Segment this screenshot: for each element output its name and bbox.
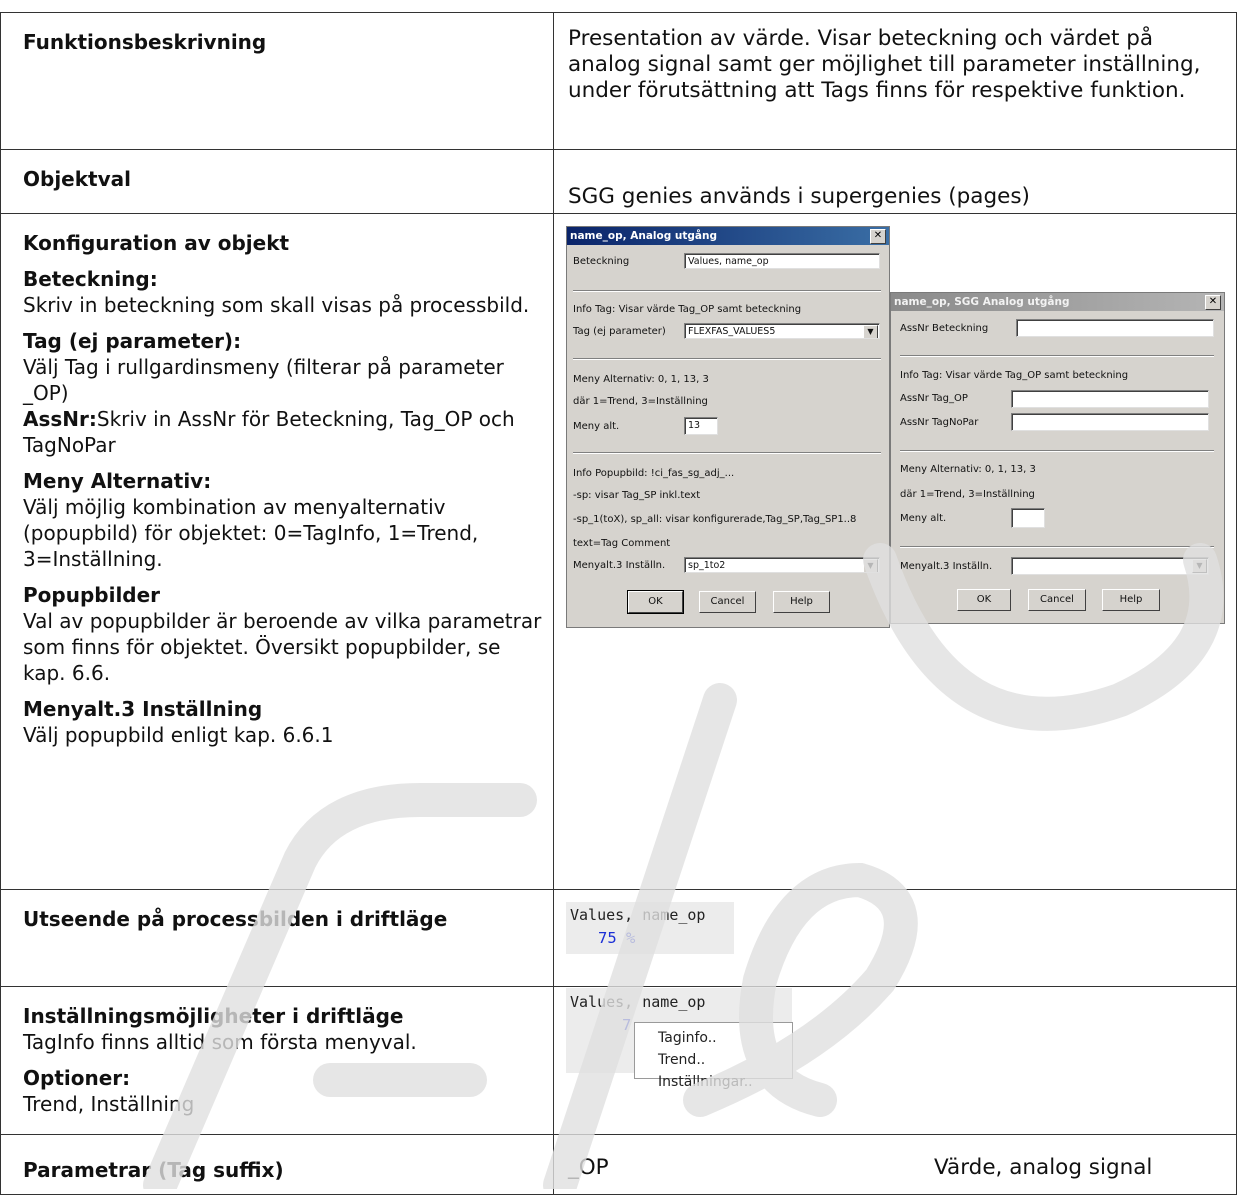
beteckning-label: Beteckning: [573, 256, 630, 267]
help-button[interactable]: Help: [773, 591, 830, 613]
meny-alt-label: Meny alt.: [573, 421, 620, 432]
beteckning-input[interactable]: Values, name_op: [684, 253, 880, 269]
info-tag-text: Info Tag: Visar värde Tag_OP samt beteck…: [900, 370, 1129, 381]
section-popupbilder: Popupbilder Val av popupbilder är beroen…: [23, 582, 543, 686]
assnr-tag-op-input[interactable]: [1011, 390, 1209, 408]
help-button[interactable]: Help: [1102, 589, 1160, 611]
section-text: Skriv in beteckning som skall visas på p…: [23, 293, 530, 317]
divider: [573, 358, 881, 360]
heading-funktionsbeskrivning: Funktionsbeskrivning: [23, 30, 267, 54]
menyalt3-select[interactable]: sp_1to2 ▼: [684, 557, 880, 573]
tag-select-value: FLEXFAS_VALUES5: [688, 326, 776, 337]
ok-button[interactable]: OK: [957, 589, 1011, 611]
optioner-text: Trend, Inställning: [23, 1092, 195, 1116]
close-icon[interactable]: ✕: [1205, 295, 1221, 310]
dialog-titlebar: name_op, SGG Analog utgång ✕: [891, 293, 1224, 311]
section-menyalt3: Menyalt.3 Inställning Välj popupbild enl…: [23, 696, 543, 748]
objektval-text: SGG genies används i supergenies (pages): [568, 184, 1030, 209]
assnr-beteckning-label: AssNr Beteckning: [900, 323, 989, 334]
meny-alt-input[interactable]: [1011, 508, 1045, 528]
preview-value: 75 %: [598, 929, 636, 947]
chevron-down-icon[interactable]: ▼: [1192, 559, 1207, 573]
assnr-tagnopar-input[interactable]: [1011, 413, 1209, 431]
menyalt3-select[interactable]: ▼: [1011, 557, 1209, 575]
assnr-tag-op-label: AssNr Tag_OP: [900, 393, 968, 404]
section-text: Val av popupbilder är beroende av vilka …: [23, 609, 542, 685]
assnr-desc: Skriv in AssNr för Beteckning, Tag_OP oc…: [23, 407, 515, 457]
row-funktionsbeskrivning: Funktionsbeskrivning Presentation av vär…: [0, 12, 1237, 150]
dar-text: där 1=Trend, 3=Inställning: [900, 489, 1035, 500]
close-icon[interactable]: ✕: [870, 229, 886, 244]
ok-button[interactable]: OK: [627, 590, 684, 614]
sp-line: -sp: visar Tag_SP inkl.text: [573, 490, 701, 501]
parameter-desc: Värde, analog signal: [934, 1155, 1153, 1180]
dialog-titlebar: name_op, Analog utgång ✕: [567, 227, 889, 245]
section-text: Välj Tag i rullgardinsmeny (filterar på …: [23, 355, 504, 405]
description-text: Presentation av värde. Visar beteckning …: [568, 26, 1201, 103]
tag-select[interactable]: FLEXFAS_VALUES5 ▼: [684, 323, 880, 339]
menu-item-taginfo[interactable]: Taginfo..: [635, 1027, 792, 1049]
section-text: Välj popupbild enligt kap. 6.6.1: [23, 723, 334, 747]
runtime-menu-preview: Values, name_op 7 Taginfo.. Trend.. Inst…: [566, 988, 793, 1090]
divider: [900, 450, 1214, 452]
preview-name[interactable]: Values, name_op: [570, 993, 705, 1011]
sgg-analog-utgang-dialog: name_op, SGG Analog utgång ✕ AssNr Betec…: [890, 292, 1225, 624]
text-line: text=Tag Comment: [573, 538, 671, 549]
section-beteckning: Beteckning: Skriv in beteckning som skal…: [23, 266, 543, 318]
tag-label: Tag (ej parameter): [573, 326, 666, 337]
heading-objektval: Objektval: [23, 167, 131, 191]
assnr-tagnopar-label: AssNr TagNoPar: [900, 417, 979, 428]
meny-alt-input[interactable]: 13: [684, 417, 718, 435]
section-text: Välj möjlig kombination av menyalternati…: [23, 495, 479, 571]
heading-utseende: Utseende på processbilden i driftläge: [23, 907, 448, 931]
dialog-title: name_op, SGG Analog utgång: [894, 296, 1070, 308]
chevron-down-icon[interactable]: ▼: [863, 325, 878, 338]
sp1-line: -sp_1(toX), sp_all: visar konfigurerade,…: [573, 514, 857, 525]
divider: [573, 290, 881, 292]
menyalt3-select-value: sp_1to2: [688, 560, 726, 571]
heading-installningsmojligheter: Inställningsmöjligheter i driftläge: [23, 1004, 404, 1028]
menu-item-installningar[interactable]: Inställningar..: [635, 1071, 792, 1093]
preview-value: 7: [622, 1016, 632, 1034]
menu-item-trend[interactable]: Trend..: [635, 1049, 792, 1071]
info-tag-text: Info Tag: Visar värde Tag_OP samt beteck…: [573, 304, 802, 315]
row-objektval: Objektval SGG genies används i supergeni…: [0, 149, 1237, 214]
analog-utgang-dialog: name_op, Analog utgång ✕ Beteckning Valu…: [566, 226, 890, 628]
runtime-preview: Values, name_op 75 %: [566, 902, 734, 954]
optioner-title: Optioner:: [23, 1066, 131, 1090]
section-meny-alternativ: Meny Alternativ: Välj möjlig kombination…: [23, 468, 543, 572]
section-title: Menyalt.3 Inställning: [23, 697, 263, 721]
row-parametrar: Parametrar (Tag suffix) _OP Värde, analo…: [0, 1134, 1237, 1195]
dar-text: där 1=Trend, 3=Inställning: [573, 396, 708, 407]
dialog-title: name_op, Analog utgång: [570, 230, 718, 242]
heading-parametrar: Parametrar (Tag suffix): [23, 1158, 284, 1182]
preview-name: Values, name_op: [570, 906, 706, 924]
assnr-beteckning-input[interactable]: [1016, 319, 1214, 337]
cancel-button[interactable]: Cancel: [1028, 589, 1086, 611]
section-title: Meny Alternativ:: [23, 469, 212, 493]
assnr-text: AssNr:Skriv in AssNr för Beteckning, Tag…: [23, 406, 543, 458]
cancel-button[interactable]: Cancel: [699, 591, 756, 613]
meny-alt-label: Meny alt.: [900, 513, 947, 524]
section-title: Tag (ej parameter):: [23, 329, 242, 353]
meny-alternativ-text: Meny Alternativ: 0, 1, 13, 3: [900, 464, 1036, 475]
meny-alternativ-text: Meny Alternativ: 0, 1, 13, 3: [573, 374, 709, 385]
menyalt3-label: Menyalt.3 Inställn.: [573, 560, 666, 571]
popup-menu: Taginfo.. Trend.. Inställningar..: [634, 1022, 793, 1090]
parameter-suffix: _OP: [568, 1155, 609, 1180]
heading-konfiguration: Konfiguration av objekt: [23, 231, 290, 255]
divider: [573, 452, 881, 454]
divider: [900, 546, 1214, 548]
chevron-down-icon[interactable]: ▼: [863, 559, 878, 572]
section-tag: Tag (ej parameter): Välj Tag i rullgardi…: [23, 328, 543, 458]
document-page: Funktionsbeskrivning Presentation av vär…: [0, 0, 1237, 1195]
divider: [900, 355, 1214, 357]
taginfo-text: TagInfo finns alltid som första menyval.: [23, 1030, 417, 1054]
assnr-label: AssNr:: [23, 407, 97, 431]
section-title: Beteckning:: [23, 267, 158, 291]
menyalt3-label: Menyalt.3 Inställn.: [900, 561, 993, 572]
section-title: Popupbilder: [23, 583, 161, 607]
info-popup-text: Info Popupbild: !ci_fas_sg_adj_...: [573, 468, 735, 479]
